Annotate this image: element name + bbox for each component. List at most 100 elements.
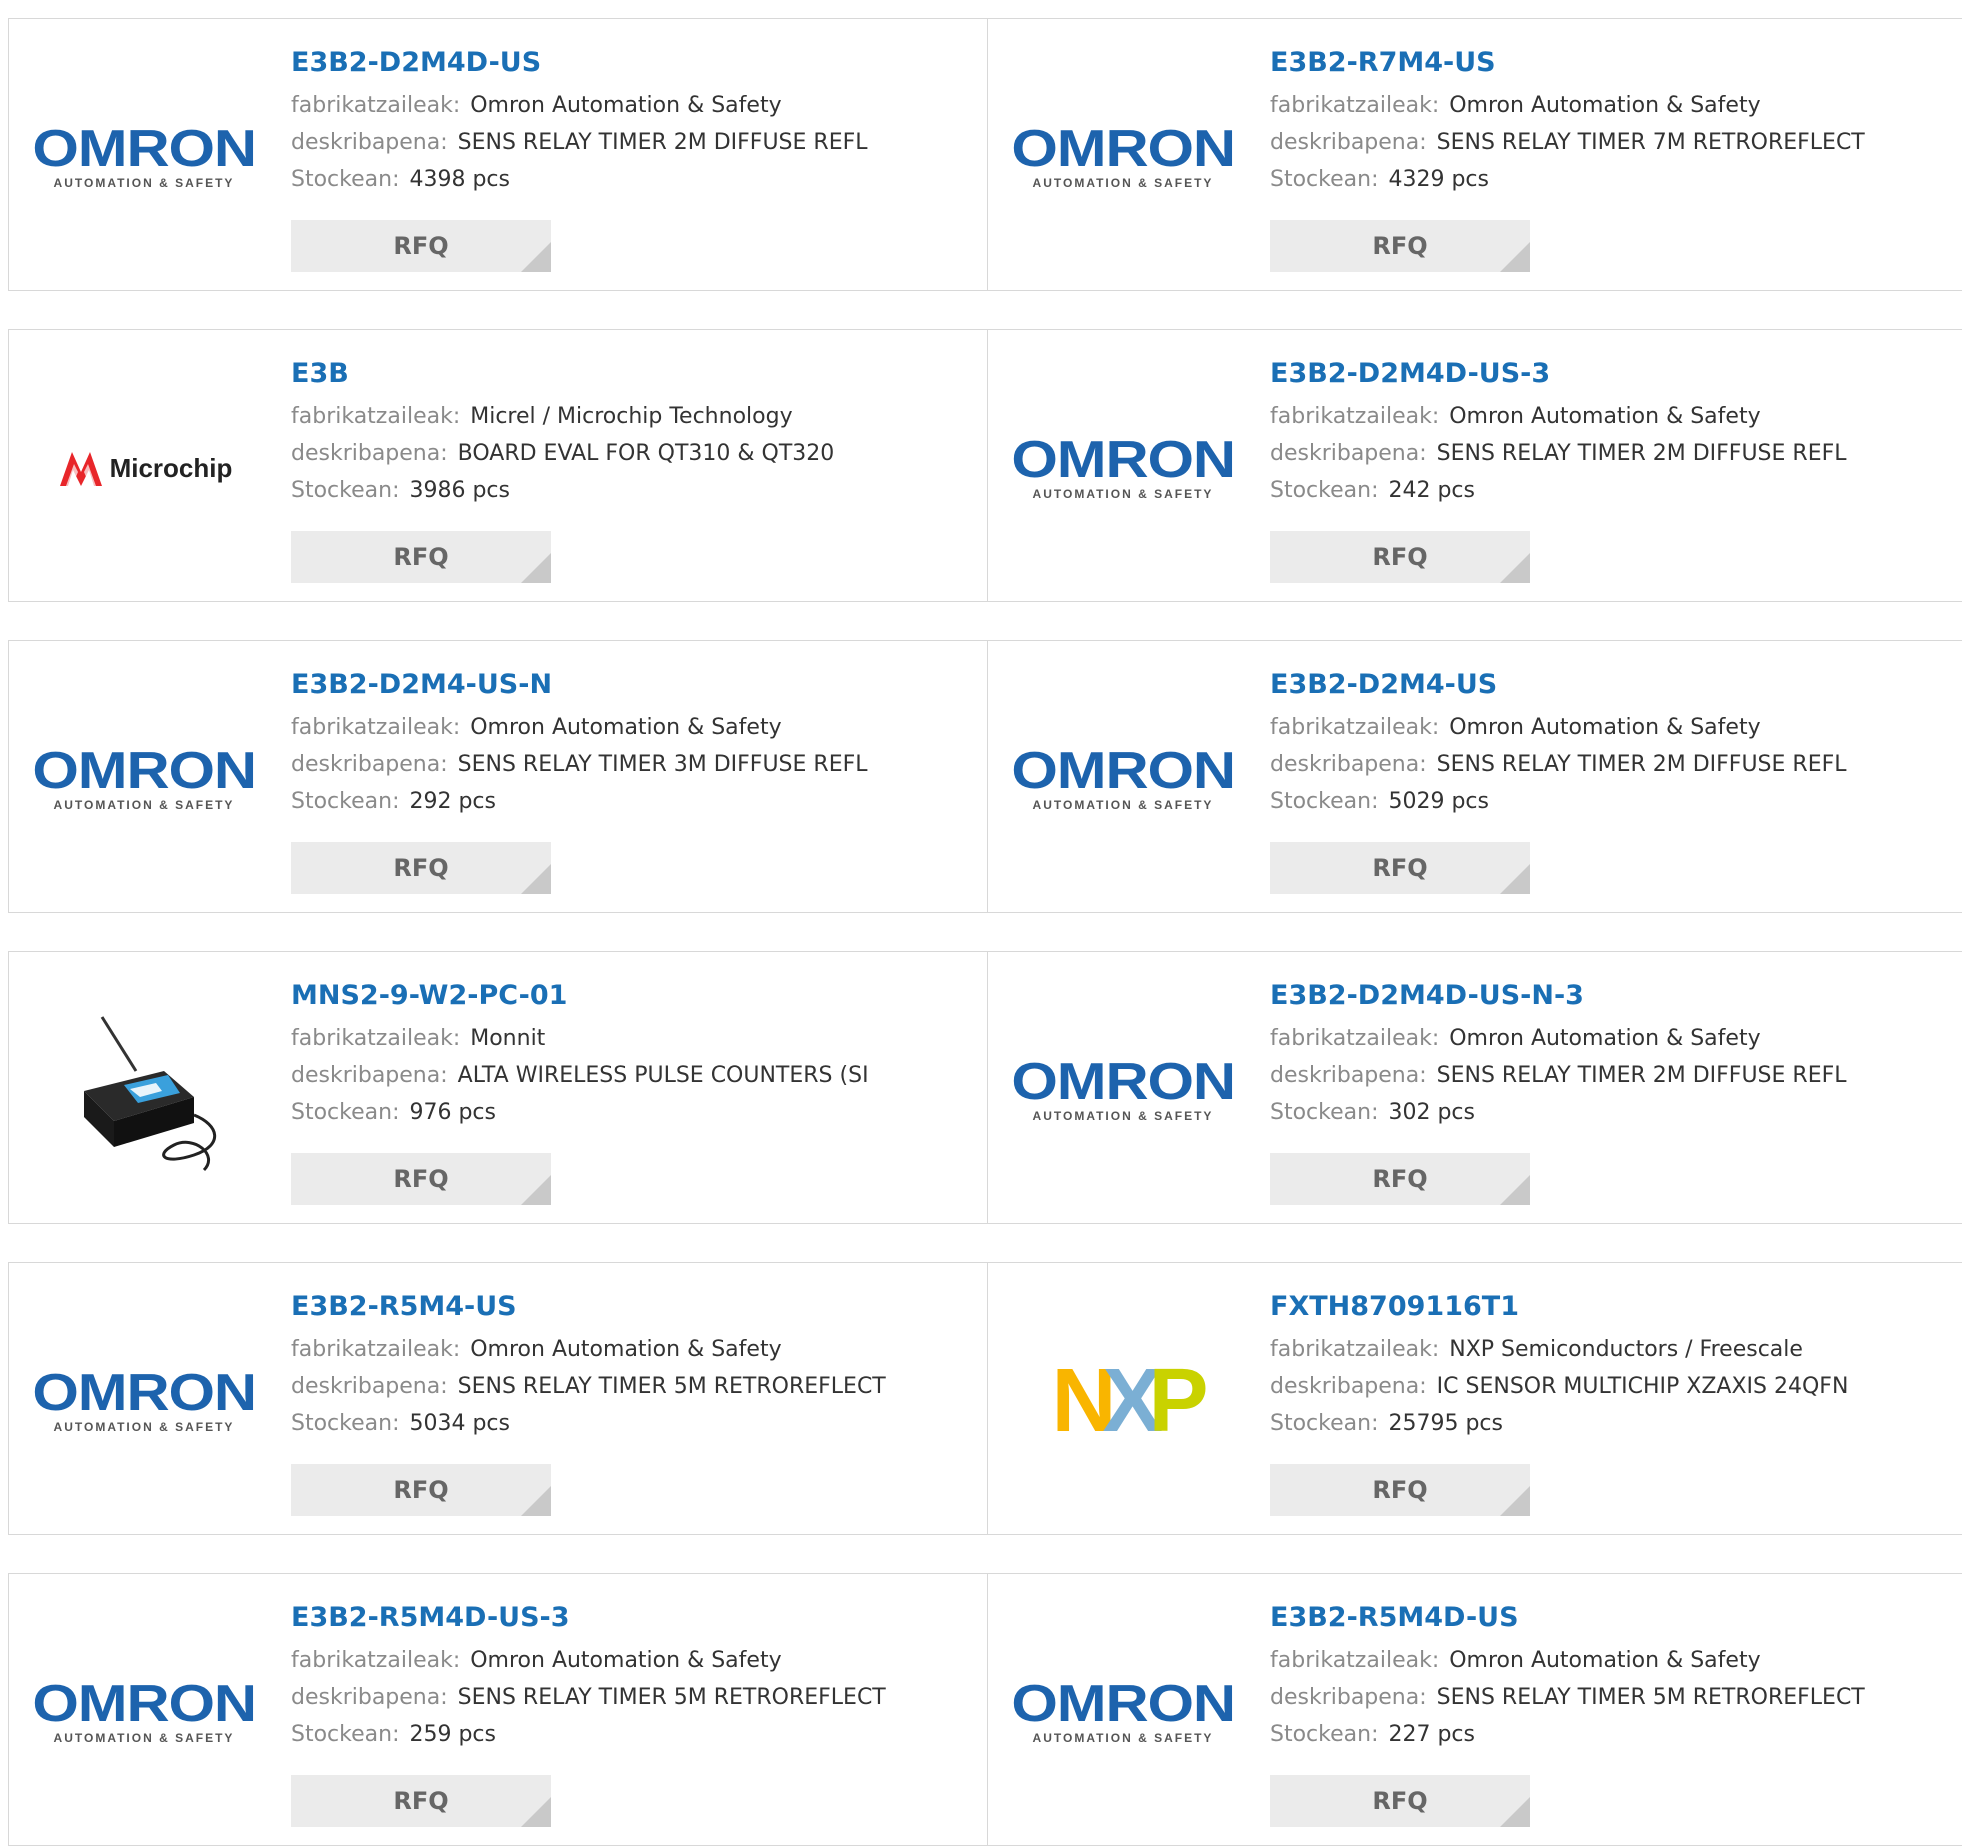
part-number-link[interactable]: E3B2-R5M4D-US-3 (291, 1600, 570, 1636)
product-card: OMRON AUTOMATION & SAFETY E3B2-R5M4D-US-3… (8, 1573, 988, 1846)
stock-value: 5034 pcs (409, 1411, 510, 1436)
part-number-link[interactable]: E3B2-D2M4D-US-N-3 (1270, 978, 1584, 1014)
corner-triangle-icon (521, 242, 551, 272)
manufacturer-value: Omron Automation & Safety (1449, 93, 1761, 118)
description-label: deskribapena: (291, 1063, 448, 1088)
product-card: Microchip E3B fabrikatzaileak: Micrel / M… (8, 329, 988, 602)
rfq-button[interactable]: RFQ (291, 1464, 551, 1516)
description-value: SENS RELAY TIMER 7M RETROREFLECT (1436, 130, 1865, 155)
product-row: OMRON AUTOMATION & SAFETY E3B2-D2M4D-US f… (8, 18, 1962, 293)
stock-line: Stockean: 242 pcs (1270, 472, 1957, 509)
manufacturer-logo[interactable]: OMRON AUTOMATION & SAFETY (1011, 67, 1236, 247)
product-info: E3B2-D2M4D-US fabrikatzaileak: Omron Auto… (291, 45, 977, 198)
description-value: SENS RELAY TIMER 5M RETROREFLECT (457, 1685, 886, 1710)
manufacturer-logo[interactable]: OMRON AUTOMATION & SAFETY (32, 689, 257, 869)
rfq-button[interactable]: RFQ (1270, 1775, 1530, 1827)
stock-label: Stockean: (291, 1100, 400, 1125)
part-number-link[interactable]: FXTH8709116T1 (1270, 1289, 1519, 1325)
description-label: deskribapena: (1270, 441, 1427, 466)
manufacturer-line: fabrikatzaileak: Omron Automation & Safet… (1270, 398, 1957, 435)
stock-line: Stockean: 3986 pcs (291, 472, 977, 509)
part-number-link[interactable]: E3B (291, 356, 349, 392)
rfq-button[interactable]: RFQ (291, 220, 551, 272)
manufacturer-logo[interactable]: OMRON AUTOMATION & SAFETY (1011, 378, 1236, 558)
rfq-label: RFQ (393, 1165, 449, 1193)
stock-line: Stockean: 5029 pcs (1270, 783, 1957, 820)
part-number-link[interactable]: E3B2-R7M4-US (1270, 45, 1496, 81)
product-card: OMRON AUTOMATION & SAFETY E3B2-D2M4D-US f… (8, 18, 988, 291)
rfq-button[interactable]: RFQ (1270, 220, 1530, 272)
part-number-link[interactable]: E3B2-D2M4D-US (291, 45, 541, 81)
manufacturer-line: fabrikatzaileak: Omron Automation & Safet… (291, 1331, 977, 1368)
description-line: deskribapena: SENS RELAY TIMER 3M DIFFUSE… (291, 746, 977, 783)
corner-triangle-icon (521, 553, 551, 583)
rfq-button[interactable]: RFQ (291, 531, 551, 583)
manufacturer-value: Omron Automation & Safety (470, 93, 782, 118)
description-label: deskribapena: (1270, 752, 1427, 777)
rfq-button[interactable]: RFQ (291, 842, 551, 894)
stock-label: Stockean: (1270, 789, 1379, 814)
product-row: OMRON AUTOMATION & SAFETY E3B2-R5M4-US fa… (8, 1262, 1962, 1537)
rfq-button[interactable]: RFQ (1270, 1464, 1530, 1516)
part-number-link[interactable]: E3B2-R5M4D-US (1270, 1600, 1519, 1636)
manufacturer-logo[interactable]: Microchip (39, 378, 249, 558)
product-info: E3B2-D2M4-US fabrikatzaileak: Omron Autom… (1270, 667, 1957, 820)
manufacturer-logo[interactable]: OMRON AUTOMATION & SAFETY (32, 1311, 257, 1491)
stock-label: Stockean: (1270, 1722, 1379, 1747)
manufacturer-line: fabrikatzaileak: Micrel / Microchip Techn… (291, 398, 977, 435)
rfq-label: RFQ (1372, 1787, 1428, 1815)
description-value: SENS RELAY TIMER 5M RETROREFLECT (1436, 1685, 1865, 1710)
manufacturer-label: fabrikatzaileak: (291, 404, 461, 429)
stock-label: Stockean: (1270, 1411, 1379, 1436)
rfq-label: RFQ (393, 543, 449, 571)
product-info: E3B2-D2M4D-US-N-3 fabrikatzaileak: Omron … (1270, 978, 1957, 1131)
stock-value: 292 pcs (409, 789, 496, 814)
rfq-label: RFQ (393, 1787, 449, 1815)
omron-logo: OMRON AUTOMATION & SAFETY (1011, 431, 1236, 501)
part-number-link[interactable]: E3B2-D2M4D-US-3 (1270, 356, 1550, 392)
product-card: MNS2-9-W2-PC-01 fabrikatzaileak: Monnit d… (8, 951, 988, 1224)
manufacturer-logo[interactable]: OMRON AUTOMATION & SAFETY (32, 1622, 257, 1802)
stock-value: 4398 pcs (409, 167, 510, 192)
manufacturer-logo[interactable]: OMRON AUTOMATION & SAFETY (1011, 689, 1236, 869)
manufacturer-label: fabrikatzaileak: (1270, 404, 1440, 429)
description-value: SENS RELAY TIMER 2M DIFFUSE REFL (457, 130, 868, 155)
manufacturer-logo[interactable]: OMRON AUTOMATION & SAFETY (32, 67, 257, 247)
manufacturer-value: Omron Automation & Safety (470, 1648, 782, 1673)
stock-line: Stockean: 292 pcs (291, 783, 977, 820)
rfq-button[interactable]: RFQ (1270, 842, 1530, 894)
stock-line: Stockean: 227 pcs (1270, 1716, 1957, 1753)
manufacturer-logo[interactable] (39, 1000, 249, 1180)
rfq-button[interactable]: RFQ (1270, 1153, 1530, 1205)
part-number-link[interactable]: E3B2-D2M4-US-N (291, 667, 552, 703)
manufacturer-value: Omron Automation & Safety (1449, 1648, 1761, 1673)
manufacturer-logo[interactable]: OMRON AUTOMATION & SAFETY (1011, 1622, 1236, 1802)
manufacturer-logo[interactable]: OMRON AUTOMATION & SAFETY (1011, 1000, 1236, 1180)
product-card: OMRON AUTOMATION & SAFETY E3B2-D2M4D-US-3… (987, 329, 1962, 602)
part-number-link[interactable]: MNS2-9-W2-PC-01 (291, 978, 567, 1014)
description-line: deskribapena: SENS RELAY TIMER 5M RETRORE… (291, 1368, 977, 1405)
corner-triangle-icon (521, 1486, 551, 1516)
rfq-label: RFQ (393, 232, 449, 260)
part-number-link[interactable]: E3B2-R5M4-US (291, 1289, 517, 1325)
description-value: SENS RELAY TIMER 5M RETROREFLECT (457, 1374, 886, 1399)
stock-value: 3986 pcs (409, 478, 510, 503)
rfq-button[interactable]: RFQ (1270, 531, 1530, 583)
rfq-button[interactable]: RFQ (291, 1153, 551, 1205)
corner-triangle-icon (1500, 1797, 1530, 1827)
rfq-button[interactable]: RFQ (291, 1775, 551, 1827)
product-row: OMRON AUTOMATION & SAFETY E3B2-D2M4-US-N … (8, 640, 1962, 915)
manufacturer-label: fabrikatzaileak: (1270, 1026, 1440, 1051)
corner-triangle-icon (1500, 242, 1530, 272)
part-number-link[interactable]: E3B2-D2M4-US (1270, 667, 1497, 703)
manufacturer-logo[interactable]: NXP (1018, 1311, 1228, 1491)
manufacturer-value: Omron Automation & Safety (470, 715, 782, 740)
description-line: deskribapena: ALTA WIRELESS PULSE COUNTER… (291, 1057, 977, 1094)
description-line: deskribapena: IC SENSOR MULTICHIP XZAXIS … (1270, 1368, 1957, 1405)
product-info: E3B fabrikatzaileak: Micrel / Microchip T… (291, 356, 977, 509)
stock-value: 5029 pcs (1388, 789, 1489, 814)
product-info: E3B2-R5M4D-US fabrikatzaileak: Omron Auto… (1270, 1600, 1957, 1753)
description-label: deskribapena: (1270, 1063, 1427, 1088)
stock-line: Stockean: 4398 pcs (291, 161, 977, 198)
sensor-device-image (84, 1016, 217, 1172)
